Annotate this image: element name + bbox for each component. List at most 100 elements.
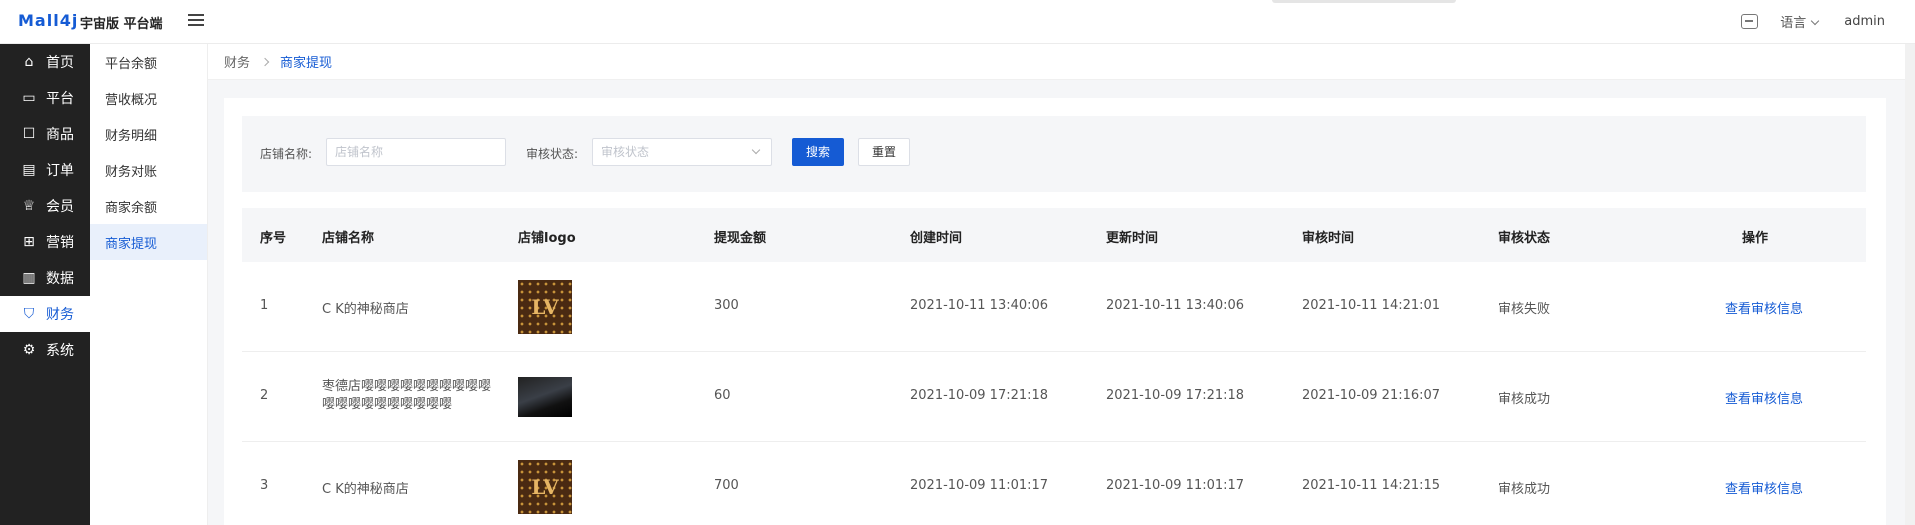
audit-status-placeholder: 审核状态 [601, 145, 650, 159]
lv-monogram: LV [531, 475, 559, 499]
sidebar-item-orders[interactable]: ▤ 订单 [0, 152, 90, 188]
chevron-down-icon [751, 145, 761, 155]
sidebar-item-label: 系统 [46, 343, 74, 359]
subnav-item-revenue-overview[interactable]: 营收概况 [90, 80, 207, 116]
subnav-item-finance-details[interactable]: 财务明细 [90, 116, 207, 152]
row-index: 2 [260, 388, 269, 403]
bar-chart-icon: ▥ [22, 270, 36, 286]
gift-icon: ⊞ [23, 234, 35, 250]
column-header: 更新时间 [1106, 231, 1159, 246]
updated-time: 2021-10-11 13:40:06 [1106, 298, 1245, 313]
sidebar-item-label: 财务 [46, 307, 74, 323]
main-content: 店铺名称: 店铺名称 审核状态: 审核状态 搜索 重置 序号 店铺名称 店铺lo… [208, 80, 1905, 525]
audit-time: 2021-10-11 14:21:15 [1302, 478, 1441, 493]
shop-logo-image: LV [518, 280, 572, 334]
sidebar-item-members[interactable]: ♕ 会员 [0, 188, 90, 224]
chevron-down-icon [1811, 16, 1820, 26]
sidebar-item-label: 会员 [46, 199, 74, 215]
subnav-item-merchant-balance[interactable]: 商家余额 [90, 188, 207, 224]
withdraw-amount: 700 [714, 478, 739, 493]
shop-name: 枣德店嘤嘤嘤嘤嘤嘤嘤嘤嘤嘤嘤嘤嘤嘤嘤嘤嘤嘤嘤嘤 [322, 379, 492, 412]
sidebar-item-platform[interactable]: ▭ 平台 [0, 80, 90, 116]
sidebar-item-marketing[interactable]: ⊞ 营销 [0, 224, 90, 260]
breadcrumb-current: 商家提现 [280, 56, 333, 71]
subnav-item-platform-balance[interactable]: 平台余额 [90, 44, 207, 80]
menu-toggle-icon[interactable] [188, 11, 204, 27]
shop-logo-image: LV [518, 460, 572, 514]
sidebar-item-label: 首页 [46, 55, 74, 71]
shop-logo-image [518, 377, 572, 417]
search-form: 店铺名称: 店铺名称 审核状态: 审核状态 搜索 重置 [242, 116, 1866, 192]
column-header: 店铺名称 [322, 231, 375, 246]
table-row: 1 C K的神秘商店 LV 300 2021-10-11 13:40:06 20… [242, 262, 1866, 352]
shop-name: C K的神秘商店 [322, 482, 409, 497]
subnav-item-merchant-withdraw[interactable]: 商家提现 [90, 224, 207, 260]
sidebar-item-home[interactable]: ⌂ 首页 [0, 44, 90, 80]
view-audit-link[interactable]: 查看审核信息 [1725, 388, 1803, 407]
crown-icon: ♕ [22, 198, 36, 214]
audit-status-label: 审核状态: [526, 147, 579, 161]
shop-name-input[interactable]: 店铺名称 [326, 138, 506, 166]
column-header: 序号 [260, 231, 287, 246]
created-time: 2021-10-09 11:01:17 [910, 478, 1049, 493]
view-audit-link[interactable]: 查看审核信息 [1725, 298, 1803, 317]
sidebar-item-system[interactable]: ⚙ 系统 [0, 332, 90, 368]
audit-status: 审核成功 [1498, 482, 1551, 497]
audit-status: 审核成功 [1498, 392, 1551, 407]
column-header: 提现金额 [714, 231, 767, 246]
user-menu[interactable]: admin [1844, 14, 1885, 29]
view-audit-link[interactable]: 查看审核信息 [1725, 478, 1803, 497]
sidebar-item-label: 营销 [46, 235, 74, 251]
language-label: 语言 [1780, 16, 1807, 31]
subnav-item-reconciliation[interactable]: 财务对账 [90, 152, 207, 188]
top-header: Mall4j 宇宙版 平台端 语言 admin [0, 0, 1915, 44]
gear-icon: ⚙ [22, 342, 36, 358]
message-icon[interactable] [1741, 14, 1759, 29]
app-logo: Mall4j [18, 11, 79, 30]
document-icon: ▤ [22, 162, 36, 178]
table-header: 序号 店铺名称 店铺logo 提现金额 创建时间 更新时间 审核时间 审核状态 … [242, 208, 1866, 262]
main-sidebar: ⌂ 首页 ▭ 平台 ☐ 商品 ▤ 订单 ♕ 会员 ⊞ 营销 ▥ 数据 ⛉ 财务 ⚙ 系统 [0, 44, 90, 525]
reset-button[interactable]: 重置 [858, 138, 910, 166]
notification-shadow [1272, 0, 1456, 3]
withdraw-table: 序号 店铺名称 店铺logo 提现金额 创建时间 更新时间 审核时间 审核状态 … [242, 208, 1866, 525]
table-row: 3 C K的神秘商店 LV 700 2021-10-09 11:01:17 20… [242, 442, 1866, 525]
created-time: 2021-10-09 17:21:18 [910, 388, 1049, 403]
withdraw-amount: 300 [714, 298, 739, 313]
brand-title: 宇宙版 平台端 [80, 17, 163, 32]
lv-monogram: LV [531, 295, 559, 319]
audit-status: 审核失败 [1498, 302, 1551, 317]
audit-time: 2021-10-09 21:16:07 [1302, 388, 1441, 403]
finance-subnav: 平台余额 营收概况 财务明细 财务对账 商家余额 商家提现 [90, 44, 208, 525]
sidebar-item-label: 订单 [46, 163, 74, 179]
monitor-icon: ▭ [22, 90, 36, 106]
updated-time: 2021-10-09 17:21:18 [1106, 388, 1245, 403]
audit-time: 2021-10-11 14:21:01 [1302, 298, 1441, 313]
column-header: 创建时间 [910, 231, 963, 246]
language-dropdown[interactable]: 语言 [1780, 12, 1820, 31]
row-index: 3 [260, 478, 269, 493]
shield-icon: ⛉ [23, 306, 35, 322]
audit-status-select[interactable]: 审核状态 [592, 138, 772, 166]
breadcrumb-parent[interactable]: 财务 [224, 52, 250, 71]
withdraw-amount: 60 [714, 388, 731, 403]
sidebar-item-finance[interactable]: ⛉ 财务 [0, 296, 90, 332]
box-icon: ☐ [22, 126, 36, 142]
sidebar-item-data[interactable]: ▥ 数据 [0, 260, 90, 296]
content-card: 店铺名称: 店铺名称 审核状态: 审核状态 搜索 重置 序号 店铺名称 店铺lo… [224, 98, 1886, 525]
sidebar-item-label: 数据 [46, 271, 74, 287]
shop-name-label: 店铺名称: [260, 147, 313, 161]
shop-name: C K的神秘商店 [322, 302, 409, 317]
sidebar-item-label: 商品 [46, 127, 74, 143]
page-scrollbar[interactable] [1905, 44, 1915, 525]
header-actions: 语言 admin [1741, 12, 1885, 31]
column-header: 审核时间 [1302, 231, 1355, 246]
home-icon: ⌂ [24, 54, 34, 70]
search-button[interactable]: 搜索 [792, 138, 844, 166]
row-index: 1 [260, 298, 269, 313]
table-row: 2 枣德店嘤嘤嘤嘤嘤嘤嘤嘤嘤嘤嘤嘤嘤嘤嘤嘤嘤嘤嘤嘤 60 2021-10-09 … [242, 352, 1866, 442]
chevron-right-icon [260, 57, 270, 66]
column-header: 店铺logo [518, 231, 576, 246]
sidebar-item-products[interactable]: ☐ 商品 [0, 116, 90, 152]
column-header: 操作 [1742, 231, 1769, 246]
